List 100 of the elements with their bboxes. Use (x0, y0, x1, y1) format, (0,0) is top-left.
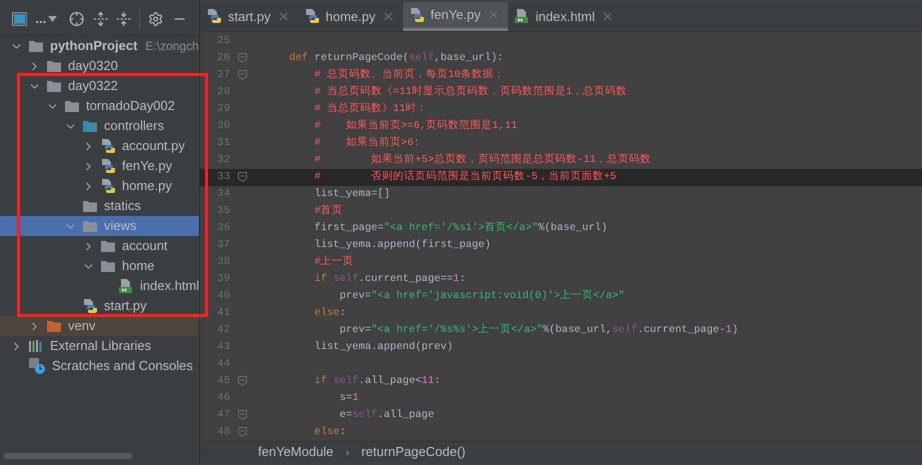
tree-item[interactable]: day0320 (0, 56, 199, 76)
tree-item[interactable]: home.py (0, 176, 199, 196)
code-line: prev="<a href='/%s%s'>上一页</a>"%(base_url,self.current_page-1) (338, 322, 738, 338)
tree-item[interactable]: account (0, 236, 199, 256)
folder-icon (46, 79, 62, 93)
tree-item-label: Scratches and Consoles (52, 357, 193, 376)
editor-tab[interactable]: index.html (508, 2, 622, 31)
scrollbar-thumb[interactable] (4, 453, 132, 459)
tree-item[interactable]: pythonProject E:\zongch (0, 36, 199, 56)
fold-marker-icon[interactable] (238, 53, 246, 64)
tree-item-label: fenYe.py (122, 157, 172, 176)
folder-icon (46, 319, 62, 333)
tree-item-label: views (104, 217, 137, 236)
tree-item[interactable]: day0322 (0, 76, 199, 96)
line-number: 46 (216, 390, 230, 406)
tree-item-label: home (122, 257, 155, 276)
code-line: # 如果当前页>6: (313, 136, 420, 150)
folder-icon (46, 59, 62, 73)
tree-item[interactable]: controllers (0, 116, 199, 136)
tree-item[interactable]: Scratches and Consoles (0, 356, 199, 376)
line-number: 34 (216, 186, 230, 202)
code-line: # 否则的话页码范围是当前页码数-5，当前页面数+5 (313, 170, 616, 184)
line-number: 43 (216, 340, 230, 354)
python-file-icon (82, 298, 98, 314)
python-file-icon (408, 6, 424, 23)
scratches-icon (28, 357, 46, 375)
fold-marker-icon[interactable] (238, 172, 246, 182)
tree-item-label: External Libraries (50, 337, 152, 356)
line-number: 36 (216, 220, 230, 236)
editor-tab[interactable]: start.py (200, 2, 298, 31)
tree-item[interactable]: account.py (0, 136, 199, 156)
tree-item[interactable]: statics (0, 196, 199, 216)
view-dropdown[interactable]: ... (35, 8, 58, 28)
line-number: 25 (216, 34, 230, 48)
tree-item-label: controllers (104, 117, 164, 136)
expand-all-icon[interactable] (92, 10, 108, 26)
close-icon[interactable] (276, 10, 290, 23)
close-icon[interactable] (382, 10, 394, 23)
code-line: # 当总页码数》11时： (313, 102, 428, 116)
python-file-icon (100, 138, 116, 154)
code-line: #上一页 (313, 254, 354, 270)
tree-item-label: home.py (122, 177, 172, 196)
tree-item[interactable]: tornadoDay002 (0, 96, 199, 116)
tree-item[interactable]: fenYe.py (0, 156, 199, 176)
line-number: 37 (216, 238, 230, 252)
line-number: 47 (216, 408, 230, 422)
python-file-icon (304, 8, 320, 24)
line-number: 44 (216, 356, 230, 372)
line-number: 26 (216, 50, 230, 66)
tree-item-label: index.html (140, 277, 200, 296)
collapse-all-icon[interactable] (116, 10, 132, 26)
line-number: 40 (216, 288, 230, 304)
tree-item-label: statics (104, 197, 141, 216)
editor-tab[interactable]: fenYe.py (402, 2, 508, 31)
folder-icon (82, 119, 98, 133)
line-number: 39 (216, 272, 230, 286)
html-file-icon (514, 8, 530, 24)
tree-item-label: account (122, 237, 168, 256)
tree-item[interactable]: venv (0, 316, 199, 336)
python-file-icon (100, 178, 116, 194)
line-number: 41 (216, 306, 230, 320)
folder-icon (82, 199, 98, 213)
folder-icon (64, 99, 80, 113)
dropdown-caret-icon (48, 16, 58, 22)
settings-icon[interactable] (148, 10, 164, 26)
code-line: # 如果当前页>=6,页码数范围是1,11 (313, 118, 518, 134)
code-line: first_page="<a href='/%s1'>首页</a>"%(base_url) (313, 220, 608, 236)
tree-item-label: day0320 (68, 57, 118, 76)
tree-item-label: pythonProject (50, 37, 138, 56)
code-line: if self.current_page==1: (313, 272, 466, 286)
breadcrumb-item[interactable]: returnPageCode() (361, 442, 466, 462)
code-line: else: (313, 424, 346, 440)
python-file-icon (100, 158, 116, 174)
fold-marker-icon[interactable] (238, 410, 246, 420)
line-number: 45 (216, 374, 230, 388)
tree-item[interactable]: External Libraries (0, 336, 199, 356)
line-number: 31 (216, 136, 230, 150)
breadcrumb-separator: › (345, 444, 350, 461)
line-number: 27 (216, 68, 230, 82)
fold-marker-icon[interactable] (238, 70, 246, 80)
code-line: # 如果当前+5>总页数，页码范围是总页码数-11，总页码数 (313, 152, 651, 168)
tree-item[interactable]: index.html (0, 276, 199, 296)
folder-icon (100, 239, 116, 253)
close-icon[interactable] (600, 10, 614, 23)
tree-item-label: account.py (122, 137, 185, 156)
code-line: list_yema=[] (313, 186, 390, 202)
fold-marker-icon[interactable] (238, 376, 246, 386)
code-line: s=1 (338, 390, 359, 406)
editor-tab[interactable]: home.py (298, 2, 402, 31)
breadcrumb-item[interactable]: fenYeModule (258, 442, 334, 462)
tree-item[interactable]: start.py (0, 296, 199, 316)
python-file-icon (206, 8, 222, 24)
code-line: list_yema.append(prev) (313, 340, 454, 354)
tree-item[interactable]: home (0, 256, 199, 276)
locate-icon[interactable] (69, 10, 85, 26)
line-number: 38 (216, 254, 230, 270)
tree-item-label: start.py (104, 297, 147, 316)
folder-icon (100, 259, 116, 273)
panel-icon[interactable] (12, 12, 28, 26)
fold-marker-icon[interactable] (238, 427, 246, 438)
